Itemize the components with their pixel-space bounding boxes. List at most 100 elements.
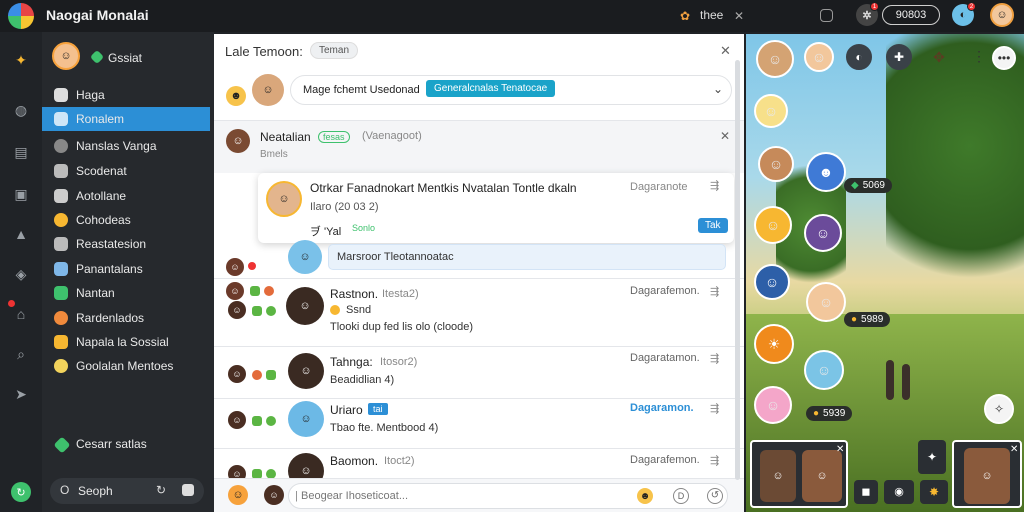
left-rail: ✦ ◍ ▤ ▣ ▲ ◈ ⌂ ⌕ ➤ ↻ (0, 32, 42, 512)
sidebar-item-ronalem[interactable]: Ronalem (42, 107, 210, 131)
player-avatar[interactable]: ☺ (756, 40, 794, 78)
sidebar-search[interactable]: O Seoph ↻ (50, 478, 204, 504)
player-avatar[interactable]: ☺ (754, 386, 792, 424)
message-line2: Beadidlian 4) (330, 374, 395, 386)
sidebar-item-goolalan[interactable]: Goolalan Mentoes (42, 354, 210, 378)
notification-dot: 1 (870, 2, 879, 11)
gift-icon[interactable]: ✸ (920, 480, 948, 504)
emoji-icon[interactable]: ☻ (637, 488, 653, 504)
send-icon[interactable]: ↺ (707, 488, 723, 504)
quote-box[interactable]: Marsroor Tleotannoatac (328, 244, 726, 270)
sidebar-item-scodenat[interactable]: Scodenat (42, 159, 210, 183)
score-badge: ● 5939 (806, 406, 853, 421)
player-avatar[interactable]: ☺ (758, 146, 794, 182)
composer-bar[interactable]: Mage fchemt Usedonad Generalcnalas Tenat… (290, 75, 732, 105)
gem-icon: ◆ (851, 180, 859, 191)
profile-avatar[interactable]: ☺ (52, 42, 80, 70)
share-icon[interactable]: ⇶ (710, 179, 719, 192)
window-icon[interactable] (820, 9, 833, 22)
coin-icon: ● (813, 408, 820, 419)
video-face: ☺ (760, 450, 796, 502)
player-avatar[interactable]: ☺ (754, 94, 788, 128)
player-avatar[interactable]: ☺ (806, 282, 846, 322)
player-avatar[interactable]: ☺ (804, 42, 834, 72)
figure-icon (886, 360, 894, 400)
sun-icon (54, 359, 68, 373)
player-avatar[interactable]: ☀ (754, 324, 794, 364)
close-icon[interactable]: ✕ (836, 444, 844, 455)
chat-icon[interactable]: ••• (992, 46, 1016, 70)
message-row[interactable]: ☺ ☺ Uriaro tai Tbao fte. Mentbood 4) Dag… (214, 399, 744, 449)
stop-icon[interactable] (182, 484, 194, 496)
edit-icon (54, 189, 68, 203)
share-icon[interactable]: ⇶ (710, 352, 719, 365)
sidebar-item-reastatesion[interactable]: Reastatesion (42, 232, 210, 256)
message-meta: Dagarafemon. (630, 454, 700, 466)
flame-icon[interactable]: ✿ (676, 7, 694, 25)
message-row[interactable]: ☺ ☺ Baomon. Itoct2) Dagarafemon. ⇶ (214, 449, 744, 479)
sidebar-item-haga[interactable]: Haga (42, 83, 210, 107)
online-icon[interactable]: ↻ (11, 482, 31, 502)
sidebar-item-rardenlados[interactable]: Rardenlados (42, 306, 210, 330)
card-badge[interactable]: Tak (698, 218, 728, 233)
player-avatar[interactable]: ☻ (806, 152, 846, 192)
emoji-icon[interactable]: ☻ (226, 86, 246, 106)
player-avatar[interactable]: ☺ (804, 350, 844, 390)
share-icon[interactable]: ⇶ (710, 454, 719, 467)
close-icon[interactable]: ✕ (720, 129, 730, 143)
close-icon[interactable]: ✕ (720, 43, 731, 59)
notif-name: Neatalian (260, 130, 311, 144)
video-tile[interactable]: ☺ ☺ ✕ (750, 440, 848, 508)
profile-label: Gssiat (108, 51, 143, 65)
sidebar-item-aotollane[interactable]: Aotollane (42, 184, 210, 208)
player-avatar[interactable]: ☺ (754, 206, 792, 244)
main-panel: Lale Temoon: Teman ✕ ☻ ☺ Mage fchemt Use… (214, 34, 744, 512)
alert-icon[interactable]: ▲ (11, 224, 31, 244)
sidebar-item-panantalans[interactable]: Panantalans (42, 257, 210, 281)
notification-row[interactable]: ☺ Neatalian fesas (Vaenagoot) Bmels ✕ (214, 121, 744, 173)
sidebar-item-napala[interactable]: Napala la Sossial (42, 330, 210, 354)
map-icon[interactable]: ◐ (846, 44, 872, 70)
share-icon[interactable]: ⇶ (710, 285, 719, 298)
sidebar-item-label: Nantan (76, 286, 115, 300)
sidebar-item-cohodeas[interactable]: Cohodeas (42, 208, 210, 232)
book-icon[interactable]: ▤ (11, 142, 31, 162)
message-input[interactable]: | Beogear Ihoseticoat... ☻ D ↺ (288, 483, 728, 509)
scrollbar[interactable] (735, 60, 740, 480)
player-avatar[interactable]: ☺ (804, 214, 842, 252)
composer-text: Mage fchemt Usedonad (303, 84, 420, 96)
search-icon[interactable]: ⌕ (11, 344, 31, 364)
sidebar-item-label: Haga (76, 88, 105, 102)
user-avatar[interactable]: ☺ (990, 3, 1014, 27)
pin-icon[interactable]: ✥ (928, 46, 950, 68)
share-icon[interactable]: ➤ (11, 384, 31, 404)
featured-card[interactable]: ☺ Otrkar Fanadnokart Mentkis Nvatalan To… (258, 173, 734, 243)
status-pill[interactable]: 90803 (882, 5, 940, 25)
mic-icon[interactable]: ◉ (884, 480, 914, 504)
window-icon[interactable]: ▣ (11, 184, 31, 204)
puzzle-icon[interactable]: ✚ (886, 44, 912, 70)
attach-icon[interactable]: D (673, 488, 689, 504)
close-icon[interactable]: ✕ (1010, 444, 1018, 455)
reaction-icon[interactable]: ☺ (228, 485, 248, 505)
refresh-icon[interactable]: ↻ (156, 483, 166, 497)
wand-icon[interactable]: ✦ (11, 50, 31, 70)
row-avatar: ☺ (226, 258, 244, 276)
chat-icon[interactable]: ◍ (11, 100, 31, 120)
player-avatar[interactable]: ☺ (754, 264, 790, 300)
chevron-down-icon[interactable]: ⌄ (713, 82, 723, 96)
message-row[interactable]: ☺ ☺ Tahnga: Itosor2) Beadidlian 4) Dagar… (214, 347, 744, 397)
home-icon[interactable]: ⌂ (11, 304, 31, 324)
compass-icon[interactable]: ✧ (984, 394, 1014, 424)
video-tile[interactable]: ☺ ✕ (952, 440, 1022, 508)
message-row[interactable]: ☺ ☺ Rastnon. Itesta2) Ssnd Tlooki dup fe… (214, 279, 744, 345)
sidebar-item-nantan[interactable]: Nantan (42, 281, 210, 305)
camera-icon[interactable]: ◼ (854, 480, 878, 504)
more-icon[interactable]: ⋮ (972, 48, 986, 65)
close-icon[interactable]: ✕ (730, 7, 748, 25)
settings-tile[interactable]: ✦ (918, 440, 946, 474)
composer-pill[interactable]: Generalcnalas Tenatocae (426, 80, 556, 97)
tag-icon[interactable]: ◈ (11, 264, 31, 284)
share-icon[interactable]: ⇶ (710, 402, 719, 415)
sidebar-item-nanslas[interactable]: Nanslas Vanga (42, 134, 210, 158)
